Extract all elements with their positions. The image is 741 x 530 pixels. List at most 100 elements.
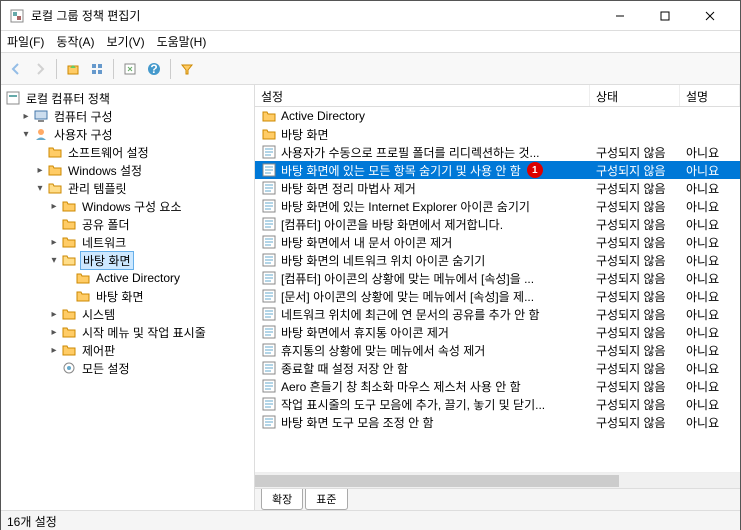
list-row[interactable]: 바탕 화면의 네트워크 위치 아이콘 숨기기구성되지 않음아니요 bbox=[255, 251, 740, 269]
tab-standard[interactable]: 표준 bbox=[305, 489, 347, 510]
chevron-right-icon[interactable]: ▸ bbox=[33, 165, 47, 176]
list-row[interactable]: [문서] 아이콘의 상황에 맞는 메뉴에서 [속성]을 제...구성되지 않음아… bbox=[255, 287, 740, 305]
forward-button[interactable] bbox=[29, 58, 51, 80]
folder-icon bbox=[75, 288, 91, 304]
tab-extended[interactable]: 확장 bbox=[261, 489, 303, 510]
item-state: 구성되지 않음 bbox=[590, 252, 680, 269]
tree-desktop2[interactable]: 바탕 화면 bbox=[5, 287, 250, 305]
tree-user[interactable]: ▾사용자 구성 bbox=[5, 125, 250, 143]
item-name: 바탕 화면에 있는 Internet Explorer 아이콘 숨기기 bbox=[281, 198, 530, 215]
item-name: 사용자가 수동으로 프로필 폴더를 리디렉션하는 것... bbox=[281, 144, 540, 161]
user-icon bbox=[33, 126, 49, 142]
tree-win[interactable]: ▸Windows 설정 bbox=[5, 161, 250, 179]
tree-system[interactable]: ▸시스템 bbox=[5, 305, 250, 323]
filter-button[interactable] bbox=[176, 58, 198, 80]
list-row[interactable]: 네트워크 위치에 최근에 연 문서의 공유를 추가 안 함구성되지 않음아니요 bbox=[255, 305, 740, 323]
chevron-right-icon[interactable]: ▸ bbox=[47, 327, 61, 338]
list-body[interactable]: Active Directory바탕 화면사용자가 수동으로 프로필 폴더를 리… bbox=[255, 107, 740, 472]
tree-startmenu[interactable]: ▸시작 메뉴 및 작업 표시줄 bbox=[5, 323, 250, 341]
horizontal-scrollbar[interactable] bbox=[255, 472, 740, 488]
item-desc: 아니요 bbox=[680, 342, 740, 359]
annotation-badge: 1 bbox=[527, 162, 543, 178]
settings-icon bbox=[61, 360, 77, 376]
minimize-button[interactable] bbox=[597, 2, 642, 30]
chevron-right-icon[interactable]: ▸ bbox=[47, 309, 61, 320]
column-desc[interactable]: 설명 bbox=[680, 85, 740, 106]
computer-icon bbox=[33, 108, 49, 124]
list-row[interactable]: Aero 흔들기 창 최소화 마우스 제스처 사용 안 함 구성되지 않음아니요 bbox=[255, 377, 740, 395]
tree-ad[interactable]: Active Directory bbox=[5, 269, 250, 287]
folder-open-icon bbox=[61, 252, 77, 268]
setting-icon bbox=[261, 270, 277, 286]
item-state: 구성되지 않음 bbox=[590, 342, 680, 359]
tree-pane[interactable]: 로컬 컴퓨터 정책 ▸컴퓨터 구성 ▾사용자 구성 소프트웨어 설정 ▸Wind… bbox=[1, 85, 255, 510]
list-row[interactable]: 바탕 화면에서 휴지통 아이콘 제거구성되지 않음아니요 bbox=[255, 323, 740, 341]
column-name[interactable]: 설정 bbox=[255, 85, 590, 106]
folder-icon bbox=[61, 198, 77, 214]
list-row[interactable]: 사용자가 수동으로 프로필 폴더를 리디렉션하는 것...구성되지 않음아니요 bbox=[255, 143, 740, 161]
item-name: 바탕 화면 정리 마법사 제거 bbox=[281, 180, 416, 197]
list-row[interactable]: 종료할 때 설정 저장 안 함구성되지 않음아니요 bbox=[255, 359, 740, 377]
back-button[interactable] bbox=[5, 58, 27, 80]
folder-icon bbox=[47, 144, 63, 160]
maximize-button[interactable] bbox=[642, 2, 687, 30]
item-state: 구성되지 않음 bbox=[590, 144, 680, 161]
item-name: Aero 흔들기 창 최소화 마우스 제스처 사용 안 함 bbox=[281, 378, 521, 395]
item-name: 종료할 때 설정 저장 안 함 bbox=[281, 360, 408, 377]
tree-soft[interactable]: 소프트웨어 설정 bbox=[5, 143, 250, 161]
chevron-down-icon[interactable]: ▾ bbox=[19, 129, 33, 140]
item-state: 구성되지 않음 bbox=[590, 288, 680, 305]
item-name: 네트워크 위치에 최근에 연 문서의 공유를 추가 안 함 bbox=[281, 306, 540, 323]
menu-action[interactable]: 동작(A) bbox=[56, 33, 94, 50]
list-row[interactable]: [컴퓨터] 아이콘의 상황에 맞는 메뉴에서 [속성]을 ...구성되지 않음아… bbox=[255, 269, 740, 287]
setting-icon bbox=[261, 162, 277, 178]
up-button[interactable] bbox=[62, 58, 84, 80]
setting-icon bbox=[261, 288, 277, 304]
menu-view[interactable]: 보기(V) bbox=[106, 33, 144, 50]
folder-icon bbox=[61, 216, 77, 232]
tree-winc[interactable]: ▸Windows 구성 요소 bbox=[5, 197, 250, 215]
item-desc: 아니요 bbox=[680, 234, 740, 251]
tree-adm[interactable]: ▾관리 템플릿 bbox=[5, 179, 250, 197]
menu-help[interactable]: 도움말(H) bbox=[157, 33, 207, 50]
chevron-right-icon[interactable]: ▸ bbox=[47, 201, 61, 212]
list-row[interactable]: 바탕 화면 bbox=[255, 125, 740, 143]
list-row[interactable]: 바탕 화면에 있는 Internet Explorer 아이콘 숨기기구성되지 … bbox=[255, 197, 740, 215]
list-row[interactable]: 바탕 화면 정리 마법사 제거구성되지 않음아니요 bbox=[255, 179, 740, 197]
list-row[interactable]: 휴지통의 상황에 맞는 메뉴에서 속성 제거구성되지 않음아니요 bbox=[255, 341, 740, 359]
list-row[interactable]: 바탕 화면에 있는 모든 항목 숨기기 및 사용 안 함1구성되지 않음아니요 bbox=[255, 161, 740, 179]
list-button[interactable] bbox=[86, 58, 108, 80]
item-desc: 아니요 bbox=[680, 414, 740, 431]
refresh-button[interactable] bbox=[119, 58, 141, 80]
tree-computer[interactable]: ▸컴퓨터 구성 bbox=[5, 107, 250, 125]
list-row[interactable]: Active Directory bbox=[255, 107, 740, 125]
item-state: 구성되지 않음 bbox=[590, 216, 680, 233]
chevron-down-icon[interactable]: ▾ bbox=[33, 183, 47, 194]
tree-all[interactable]: 모든 설정 bbox=[5, 359, 250, 377]
item-state: 구성되지 않음 bbox=[590, 270, 680, 287]
list-row[interactable]: 작업 표시줄의 도구 모음에 추가, 끌기, 놓기 및 닫기...구성되지 않음… bbox=[255, 395, 740, 413]
help-button[interactable]: ? bbox=[143, 58, 165, 80]
list-row[interactable]: 바탕 화면 도구 모음 조정 안 함구성되지 않음아니요 bbox=[255, 413, 740, 431]
tree-control[interactable]: ▸제어판 bbox=[5, 341, 250, 359]
menu-file[interactable]: 파일(F) bbox=[7, 33, 44, 50]
item-state: 구성되지 않음 bbox=[590, 162, 680, 179]
setting-icon bbox=[261, 378, 277, 394]
chevron-right-icon[interactable]: ▸ bbox=[47, 237, 61, 248]
setting-icon bbox=[261, 252, 277, 268]
item-state: 구성되지 않음 bbox=[590, 414, 680, 431]
tree-root[interactable]: 로컬 컴퓨터 정책 bbox=[5, 89, 250, 107]
column-state[interactable]: 상태 bbox=[590, 85, 680, 106]
close-button[interactable] bbox=[687, 2, 732, 30]
folder-icon bbox=[47, 162, 63, 178]
tree-desktop[interactable]: ▾바탕 화면 bbox=[5, 251, 250, 269]
tree-net[interactable]: ▸네트워크 bbox=[5, 233, 250, 251]
item-desc: 아니요 bbox=[680, 378, 740, 395]
chevron-right-icon[interactable]: ▸ bbox=[47, 345, 61, 356]
list-row[interactable]: 바탕 화면에서 내 문서 아이콘 제거구성되지 않음아니요 bbox=[255, 233, 740, 251]
chevron-down-icon[interactable]: ▾ bbox=[47, 255, 61, 266]
tree-shared[interactable]: 공유 폴더 bbox=[5, 215, 250, 233]
chevron-right-icon[interactable]: ▸ bbox=[19, 111, 33, 122]
item-state: 구성되지 않음 bbox=[590, 378, 680, 395]
list-row[interactable]: [컴퓨터] 아이콘을 바탕 화면에서 제거합니다.구성되지 않음아니요 bbox=[255, 215, 740, 233]
